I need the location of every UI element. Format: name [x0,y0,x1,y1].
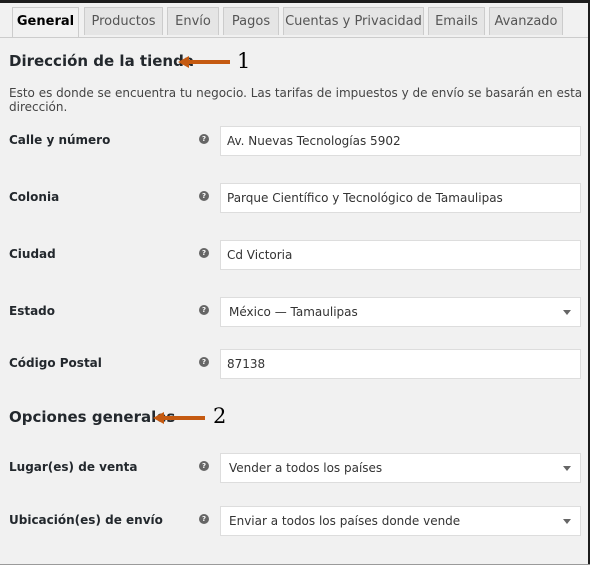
help-icon[interactable]: ? [199,191,209,201]
tab-envio[interactable]: Envío [167,7,219,35]
tab-emails[interactable]: Emails [428,7,485,35]
street-input[interactable]: Av. Nuevas Tecnologías 5902 [220,126,581,156]
arrow-left-icon [178,56,230,68]
field-label-selling-locations: Lugar(es) de venta [9,460,138,474]
colonia-input[interactable]: Parque Científico y Tecnológico de Tamau… [220,183,581,213]
help-icon[interactable]: ? [199,514,209,524]
arrow-left-icon [153,412,205,424]
section-title-store-address: Dirección de la tienda [9,52,194,70]
annotation-marker-2: 2 [213,404,227,428]
settings-tabs: General Productos Envío Pagos Cuentas y … [0,3,588,38]
help-icon[interactable]: ? [199,305,209,315]
selling-locations-value: Vender a todos los países [229,461,383,475]
postal-code-input[interactable]: 87138 [220,349,581,379]
chevron-down-icon [563,519,571,524]
tab-general[interactable]: General [12,7,79,37]
tab-cuentas-privacidad[interactable]: Cuentas y Privacidad [283,7,424,35]
field-label-city: Ciudad [9,247,56,261]
chevron-down-icon [563,466,571,471]
help-icon[interactable]: ? [199,461,209,471]
shipping-locations-select[interactable]: Enviar a todos los países donde vende [220,506,581,536]
selling-locations-select[interactable]: Vender a todos los países [220,453,581,483]
field-label-postal-code: Código Postal [9,356,102,370]
shipping-locations-value: Enviar a todos los países donde vende [229,514,461,528]
tab-productos[interactable]: Productos [84,7,163,35]
field-label-street: Calle y número [9,133,111,147]
city-input[interactable]: Cd Victoria [220,240,581,270]
annotation-marker-1: 1 [237,49,251,73]
tab-pagos[interactable]: Pagos [223,7,279,35]
field-label-state: Estado [9,304,56,318]
tab-avanzado[interactable]: Avanzado [489,7,563,35]
state-select-value: México — Tamaulipas [229,305,358,319]
chevron-down-icon [563,310,571,315]
section-title-general-options: Opciones generales [9,408,176,426]
field-label-colonia: Colonia [9,190,60,204]
help-icon[interactable]: ? [199,357,209,367]
help-icon[interactable]: ? [199,134,209,144]
field-label-shipping-locations: Ubicación(es) de envío [9,513,163,527]
state-select[interactable]: México — Tamaulipas [220,297,581,327]
section-description: Esto es donde se encuentra tu negocio. L… [9,86,583,114]
help-icon[interactable]: ? [199,248,209,258]
